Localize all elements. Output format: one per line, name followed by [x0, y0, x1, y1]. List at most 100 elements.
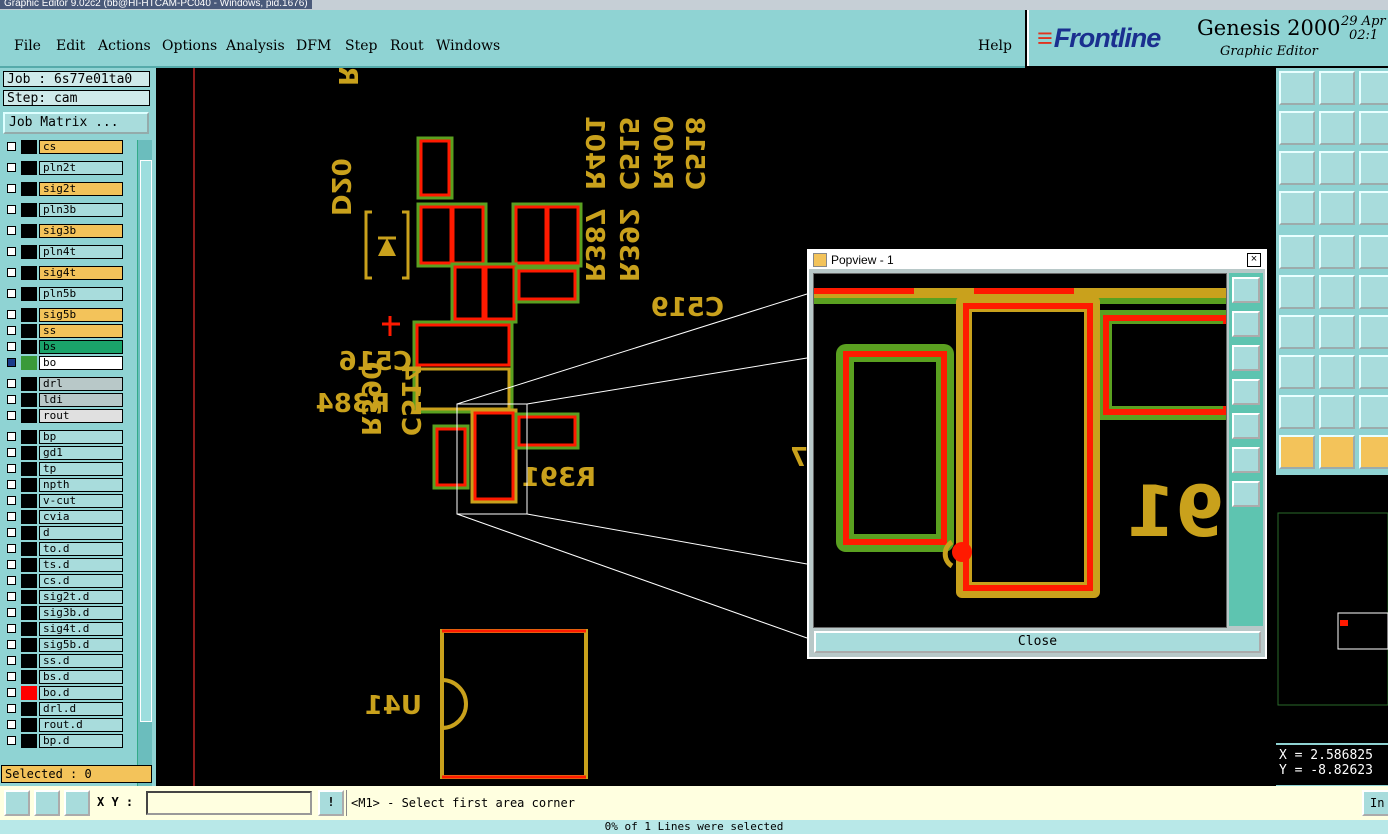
- layer-row[interactable]: ts.d: [3, 558, 135, 572]
- layer-row[interactable]: sig4t.d: [3, 622, 135, 636]
- layer-row[interactable]: sig2t: [3, 182, 135, 196]
- layer-checkbox[interactable]: [7, 184, 16, 193]
- layer-row[interactable]: pln4t: [3, 245, 135, 259]
- xy-input[interactable]: [146, 791, 312, 815]
- layer-checkbox[interactable]: [7, 608, 16, 617]
- layer-row[interactable]: bo: [3, 356, 135, 370]
- layer-checkbox[interactable]: [7, 560, 16, 569]
- layer-checkbox[interactable]: [7, 688, 16, 697]
- ruler-icon[interactable]: [1359, 235, 1388, 269]
- layer-checkbox[interactable]: [7, 268, 16, 277]
- menu-actions[interactable]: Actions: [98, 38, 151, 54]
- layer-checkbox[interactable]: [7, 464, 16, 473]
- point-select-icon[interactable]: [1279, 355, 1315, 389]
- probe-icon[interactable]: [1319, 191, 1355, 225]
- layer-checkbox[interactable]: [7, 395, 16, 404]
- pan-down-icon[interactable]: [1232, 345, 1260, 371]
- layer-row[interactable]: bp.d: [3, 734, 135, 748]
- layer-checkbox[interactable]: [7, 326, 16, 335]
- layer-checkbox[interactable]: [7, 448, 16, 457]
- dimension-icon[interactable]: [1359, 355, 1388, 389]
- layer-row[interactable]: sig3b: [3, 224, 135, 238]
- layer-checkbox[interactable]: [7, 310, 16, 319]
- select-box-icon[interactable]: [1319, 435, 1355, 469]
- layer-checkbox[interactable]: [7, 544, 16, 553]
- layer-checkbox[interactable]: [7, 358, 16, 367]
- layer-row[interactable]: drl.d: [3, 702, 135, 716]
- menu-options[interactable]: Options: [162, 38, 217, 54]
- layer-checkbox[interactable]: [7, 432, 16, 441]
- layer-row[interactable]: bo.d: [3, 686, 135, 700]
- menu-file[interactable]: File: [14, 38, 41, 54]
- alert-icon[interactable]: !: [318, 790, 344, 816]
- layer-checkbox[interactable]: [7, 163, 16, 172]
- zoom-out-icon[interactable]: [1232, 447, 1260, 473]
- layer-checkbox[interactable]: [7, 480, 16, 489]
- layer-checkbox[interactable]: [7, 205, 16, 214]
- layer-checkbox[interactable]: [7, 226, 16, 235]
- layer-row[interactable]: rout: [3, 409, 135, 423]
- zoom-fit-icon[interactable]: [1279, 151, 1315, 185]
- menu-step[interactable]: Step: [345, 38, 377, 54]
- diagonal-tool-icon[interactable]: [1319, 315, 1355, 349]
- popview-canvas[interactable]: 91: [813, 273, 1227, 628]
- layer-row[interactable]: npth: [3, 478, 135, 492]
- zoom-1to2-icon[interactable]: [1359, 151, 1388, 185]
- layer-row[interactable]: ss: [3, 324, 135, 338]
- home-view-icon[interactable]: [1359, 71, 1388, 105]
- snap-pad-icon[interactable]: [1279, 235, 1315, 269]
- job-matrix-button[interactable]: Job Matrix ...: [3, 112, 149, 134]
- horizontal-line-icon[interactable]: [1319, 355, 1355, 389]
- layer-row[interactable]: bs: [3, 340, 135, 354]
- layer-row[interactable]: cs: [3, 140, 135, 154]
- zoom-in-icon[interactable]: [1232, 481, 1260, 507]
- net-highlight-icon[interactable]: [1359, 191, 1388, 225]
- menu-edit[interactable]: Edit: [56, 38, 85, 54]
- layer-checkbox[interactable]: [7, 496, 16, 505]
- layer-row[interactable]: to.d: [3, 542, 135, 556]
- layer-row[interactable]: d: [3, 526, 135, 540]
- popview-title-bar[interactable]: Popview - 1 ×: [809, 251, 1265, 269]
- a-tool-icon[interactable]: [1319, 395, 1355, 429]
- layer-row[interactable]: pln3b: [3, 203, 135, 217]
- grid-toggle-icon[interactable]: [64, 790, 90, 816]
- a-bar-tool-icon[interactable]: [1359, 395, 1388, 429]
- pan-left-icon[interactable]: [1232, 379, 1260, 405]
- measure-tools-icon[interactable]: [1279, 191, 1315, 225]
- layer-row[interactable]: sig5b.d: [3, 638, 135, 652]
- redraw-icon[interactable]: [1359, 111, 1388, 145]
- window-menu-icon[interactable]: [813, 253, 827, 267]
- overview-map[interactable]: [1276, 475, 1388, 743]
- in-button[interactable]: In: [1362, 790, 1388, 816]
- zoom-center-icon[interactable]: [1319, 151, 1355, 185]
- layer-row[interactable]: pln2t: [3, 161, 135, 175]
- layer-row[interactable]: cs.d: [3, 574, 135, 588]
- select-circle-icon[interactable]: [1359, 435, 1388, 469]
- scrollbar-thumb[interactable]: [140, 160, 152, 722]
- angle-tool-icon[interactable]: [1279, 315, 1315, 349]
- layer-row[interactable]: bp: [3, 430, 135, 444]
- popview-fit-icon[interactable]: [1232, 277, 1260, 303]
- layer-checkbox[interactable]: [7, 624, 16, 633]
- menu-rout[interactable]: Rout: [390, 38, 424, 54]
- popview-close-button[interactable]: Close: [814, 631, 1261, 653]
- menu-windows[interactable]: Windows: [436, 38, 500, 54]
- layer-checkbox[interactable]: [7, 512, 16, 521]
- layer-checkbox[interactable]: [7, 576, 16, 585]
- layer-row[interactable]: v-cut: [3, 494, 135, 508]
- layer-row[interactable]: drl: [3, 377, 135, 391]
- layer-checkbox[interactable]: [7, 720, 16, 729]
- pan-up-icon[interactable]: [1232, 311, 1260, 337]
- layer-row[interactable]: ss.d: [3, 654, 135, 668]
- layer-checkbox[interactable]: [7, 592, 16, 601]
- layer-checkbox[interactable]: [7, 656, 16, 665]
- layer-checkbox[interactable]: [7, 640, 16, 649]
- layer-checkbox[interactable]: [7, 247, 16, 256]
- layer-row[interactable]: cvia: [3, 510, 135, 524]
- layer-row[interactable]: bs.d: [3, 670, 135, 684]
- layer-row[interactable]: rout.d: [3, 718, 135, 732]
- layer-checkbox[interactable]: [7, 672, 16, 681]
- angle-snap-icon[interactable]: [34, 790, 60, 816]
- layer-checkbox[interactable]: [7, 289, 16, 298]
- layer-scrollbar[interactable]: [137, 140, 152, 830]
